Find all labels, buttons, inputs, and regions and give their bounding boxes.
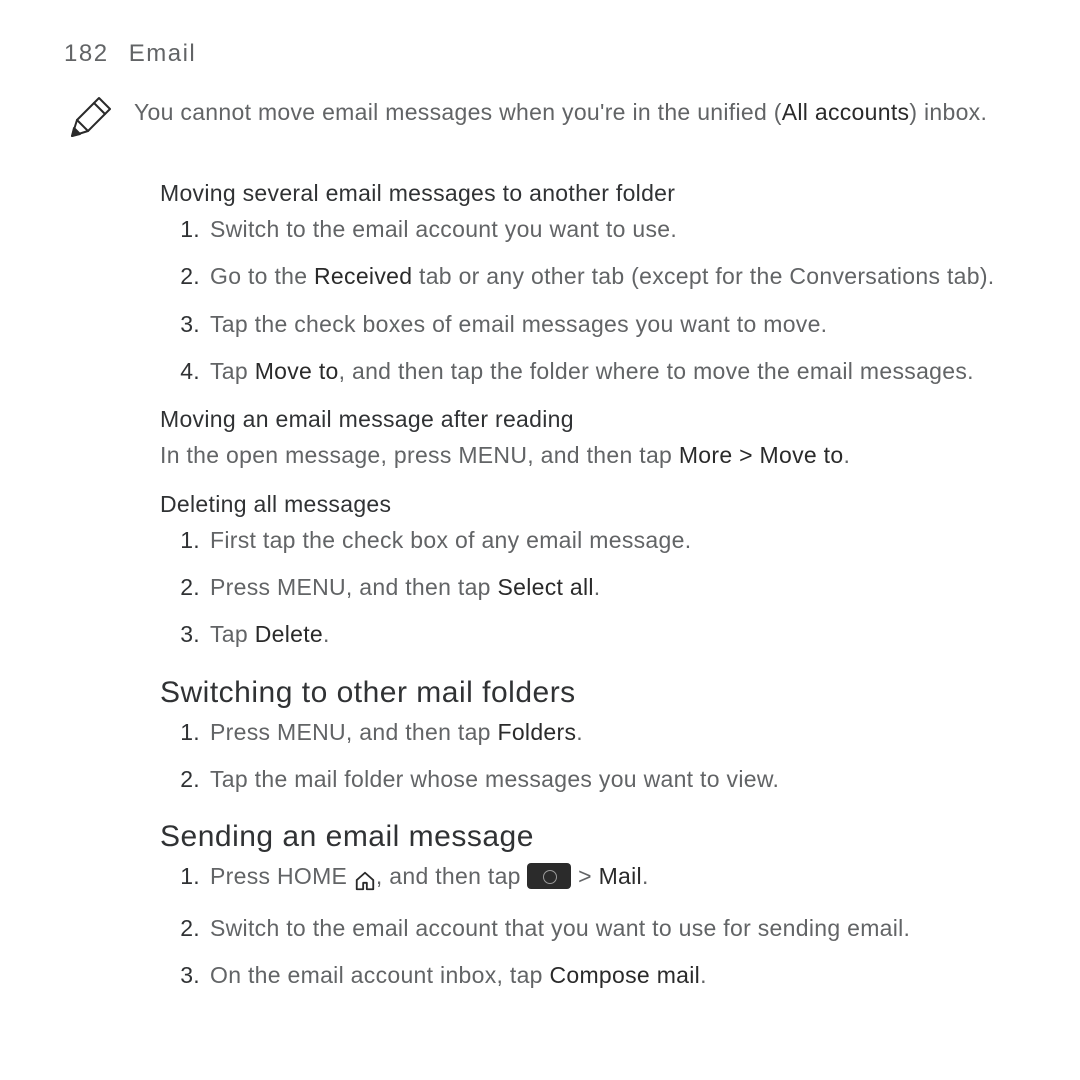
list-item: 2. Tap the mail folder whose messages yo… [160,763,1016,796]
list-item: 3. Tap Delete. [160,618,1016,651]
page-number: 182 [64,40,109,67]
list-number: 2. [160,763,210,796]
subheading-move-after: Moving an email message after reading [160,406,1016,433]
list-text: Press MENU, and then tap Folders. [210,716,1016,749]
text-segment: Go to the [210,263,314,289]
list-text: Tap Delete. [210,618,1016,651]
subheading-move-several: Moving several email messages to another… [160,180,1016,207]
text-segment: Press HOME [210,863,354,889]
text-segment: On the email account inbox, tap [210,962,549,988]
list-item: 1. Switch to the email account you want … [160,213,1016,246]
text-bold: Compose mail [549,962,700,988]
list-number: 1. [160,213,210,246]
list-move-several: 1. Switch to the email account you want … [160,213,1016,388]
list-text: Tap the check boxes of email messages yo… [210,308,1016,341]
list-number: 1. [160,716,210,749]
list-number: 2. [160,260,210,293]
apps-icon [527,863,571,889]
text-segment: In the open message, press MENU, and the… [160,442,679,468]
list-text: Go to the Received tab or any other tab … [210,260,1016,293]
list-item: 2. Go to the Received tab or any other t… [160,260,1016,293]
list-number: 2. [160,571,210,604]
list-text: First tap the check box of any email mes… [210,524,1016,557]
list-item: 3. Tap the check boxes of email messages… [160,308,1016,341]
list-number: 3. [160,959,210,992]
heading-switch-folders: Switching to other mail folders [160,676,1016,710]
list-number: 3. [160,308,210,341]
text-bold: Received [314,263,412,289]
text-bold: Mail [599,863,642,889]
text-segment: Press MENU, and then tap [210,574,497,600]
note-text-bold: All accounts [782,99,910,125]
list-sending-email: 1. Press HOME , and then tap > Mail. 2. … [160,860,1016,992]
home-icon [354,864,376,897]
list-text: Tap the mail folder whose messages you w… [210,763,1016,796]
list-text: Press MENU, and then tap Select all. [210,571,1016,604]
list-text: Switch to the email account that you wan… [210,912,1016,945]
text-segment: . [843,442,850,468]
text-segment: Press MENU, and then tap [210,719,497,745]
document-page: 182 Email You cannot move email messages… [0,0,1080,1080]
text-bold: Folders [497,719,576,745]
list-item: 3. On the email account inbox, tap Compo… [160,959,1016,992]
heading-sending-email: Sending an email message [160,820,1016,854]
subheading-delete-all: Deleting all messages [160,491,1016,518]
list-delete-all: 1. First tap the check box of any email … [160,524,1016,652]
chapter-title: Email [129,40,197,67]
list-text: Switch to the email account you want to … [210,213,1016,246]
list-switch-folders: 1. Press MENU, and then tap Folders. 2. … [160,716,1016,797]
text-segment: Tap [210,621,255,647]
text-segment: tab or any other tab (except for the Con… [412,263,994,289]
list-number: 1. [160,524,210,557]
text-segment: . [576,719,583,745]
note-text-prefix: You cannot move email messages when you'… [134,99,782,125]
text-segment: Tap [210,358,255,384]
note-text: You cannot move email messages when you'… [134,96,1016,129]
pencil-icon [64,96,112,144]
text-bold: Move to [255,358,339,384]
list-item: 4. Tap Move to, and then tap the folder … [160,355,1016,388]
note-text-suffix: ) inbox. [909,99,987,125]
text-segment: . [700,962,707,988]
list-item: 2. Press MENU, and then tap Select all. [160,571,1016,604]
text-segment: . [323,621,330,647]
text-segment: , and then tap [376,863,528,889]
text-bold: Select all [497,574,593,600]
list-text: Tap Move to, and then tap the folder whe… [210,355,1016,388]
list-text: On the email account inbox, tap Compose … [210,959,1016,992]
text-segment: > [571,863,598,889]
paragraph-move-after: In the open message, press MENU, and the… [160,439,1016,472]
list-text: Press HOME , and then tap > Mail. [210,860,1016,897]
list-item: 1. Press HOME , and then tap > Mail. [160,860,1016,897]
list-number: 1. [160,860,210,893]
text-segment: , and then tap the folder where to move … [339,358,974,384]
text-segment: . [594,574,601,600]
list-item: 1. First tap the check box of any email … [160,524,1016,557]
note-callout: You cannot move email messages when you'… [64,96,1016,144]
page-header: 182 Email [64,40,1016,68]
list-number: 4. [160,355,210,388]
list-item: 2. Switch to the email account that you … [160,912,1016,945]
list-number: 3. [160,618,210,651]
text-bold: More > Move to [679,442,844,468]
text-segment: . [642,863,649,889]
list-number: 2. [160,912,210,945]
text-bold: Delete [255,621,323,647]
list-item: 1. Press MENU, and then tap Folders. [160,716,1016,749]
